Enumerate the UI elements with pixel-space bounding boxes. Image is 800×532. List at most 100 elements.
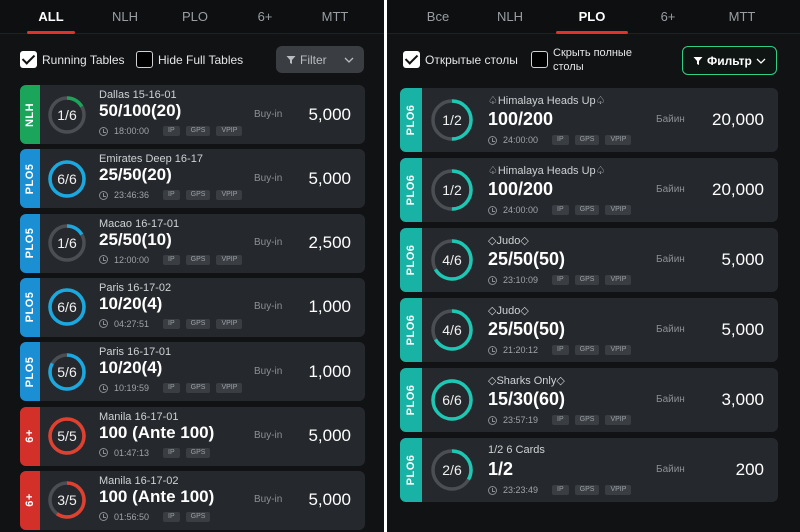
table-row[interactable]: NLH 1/6 Dallas 15-16-01 50/100(20) 18:00:00 I…: [20, 85, 365, 144]
table-row[interactable]: PLO6 4/6 ◇Judo◇ 25/50(50) 21:20:12 IP GPS VPIP Б…: [400, 298, 778, 362]
table-meta: 01:56:50 IP GPS: [99, 511, 211, 522]
buy-in-label: Байин: [656, 394, 685, 405]
seat-count: 1/6: [57, 235, 77, 252]
table-row[interactable]: PLO5 5/6 Paris 16-17-01 10/20(4) 10:19:59 IP G…: [20, 342, 365, 402]
stakes: 1/2: [488, 459, 514, 479]
alarm-clock-icon: [488, 205, 497, 215]
seat-occupancy-ring: 3/5: [47, 480, 87, 520]
filter-button[interactable]: Filter: [276, 46, 364, 73]
alarm-clock-icon: [99, 190, 108, 200]
tab-label: Все: [426, 9, 450, 24]
funnel-icon: [286, 55, 296, 64]
tag-ip: IP: [163, 511, 180, 522]
table-row[interactable]: PLO6 6/6 ◇Sharks Only◇ 15/30(60) 23:57:19 IP G…: [400, 368, 778, 432]
running-tables-checkbox[interactable]: [403, 51, 420, 68]
table-row[interactable]: PLO5 1/6 Macao 16-17-01 25/50(10) 12:00:00 IP…: [20, 213, 365, 273]
tag-gps: GPS: [185, 254, 211, 265]
right-lobby-panel: Все NLH PLO 6+ MTT Открытые столы Скрыть полны…: [387, 0, 800, 532]
tag-vpip: VPIP: [605, 275, 632, 285]
game-type-label: PLO6: [405, 244, 417, 276]
table-row[interactable]: PLO5 6/6 Emirates Deep 16-17 25/50(20) 23:46…: [20, 149, 365, 209]
seat-occupancy-ring: 2/6: [430, 448, 474, 492]
buy-in-label: Buy-in: [254, 301, 283, 313]
table-row[interactable]: PLO6 2/6 1/2 6 Cards 1/2 23:23:49 IP GPS VPIP Ба…: [400, 438, 778, 502]
seat-count: 6/6: [57, 170, 77, 187]
tab-mtt[interactable]: MTT: [298, 0, 372, 34]
game-type-badge: 6+: [20, 470, 40, 530]
table-timer: 21:20:12: [503, 345, 539, 355]
seat-occupancy-ring: 5/6: [47, 352, 87, 392]
buy-in-label: Байин: [656, 464, 685, 475]
hide-full-tables-checkbox[interactable]: [136, 51, 153, 68]
tag-vpip: VPIP: [216, 318, 243, 329]
tab-plo[interactable]: PLO: [158, 0, 232, 34]
table-name: ♤Himalaya Heads Up♤: [488, 95, 606, 107]
tag-gps: GPS: [185, 383, 211, 394]
funnel-icon: [693, 56, 703, 65]
table-meta: 10:19:59 IP GPS VPIP: [99, 383, 243, 394]
tab-label: 6+: [660, 9, 676, 24]
left-lobby-panel: ALL NLH PLO 6+ MTT Running Tables Hide Full Ta…: [0, 0, 384, 532]
table-row[interactable]: PLO6 4/6 ◇Judo◇ 25/50(50) 23:10:09 IP GPS VPIP Б…: [400, 228, 778, 292]
filter-bar: Открытые столы Скрыть полные столы Фильтр: [387, 40, 800, 80]
tag-vpip: VPIP: [605, 345, 632, 355]
table-row[interactable]: 6+ 3/5 Manila 16-17-02 100 (Ante 100) 01:56:…: [20, 470, 365, 530]
buy-in-amount: 5,000: [308, 490, 351, 510]
table-name: ♤Himalaya Heads Up♤: [488, 165, 606, 177]
seat-occupancy-ring: 6/6: [47, 159, 87, 199]
tag-gps: GPS: [574, 205, 600, 215]
seat-occupancy-ring: 1/2: [430, 168, 474, 212]
seat-count: 1/6: [57, 106, 77, 123]
stakes: 100 (Ante 100): [99, 422, 215, 442]
table-meta: 24:00:00 IP GPS VPIP: [488, 205, 632, 215]
buy-in-amount: 20,000: [712, 110, 764, 129]
filter-button-label: Filter: [300, 52, 327, 67]
tab-mtt[interactable]: MTT: [705, 0, 779, 34]
table-name: 1/2 6 Cards: [488, 444, 545, 456]
table-timer: 01:56:50: [114, 511, 150, 522]
tag-vpip: VPIP: [216, 383, 243, 394]
tab-all[interactable]: ALL: [14, 0, 88, 34]
tag-ip: IP: [552, 345, 569, 355]
seat-count: 3/5: [57, 492, 77, 509]
game-type-label: PLO5: [24, 292, 36, 323]
tag-ip: IP: [163, 447, 180, 458]
buy-in-label: Байин: [656, 114, 685, 125]
tab-plo[interactable]: PLO: [555, 0, 629, 34]
table-row[interactable]: PLO6 1/2 ♤Himalaya Heads Up♤ 100/200 24:00:0…: [400, 88, 778, 152]
game-type-badge: PLO6: [400, 88, 422, 152]
table-name: ◇Judo◇: [488, 305, 529, 317]
tag-vpip: VPIP: [216, 254, 243, 265]
tab-все[interactable]: Все: [401, 0, 475, 34]
game-type-badge: PLO6: [400, 158, 422, 222]
buy-in-amount: 5,000: [721, 320, 764, 339]
stakes: 100/200: [488, 179, 554, 199]
table-row[interactable]: 6+ 5/5 Manila 16-17-01 100 (Ante 100) 01:47:…: [20, 406, 365, 466]
seat-count: 4/6: [442, 252, 462, 268]
tab-nlh[interactable]: NLH: [473, 0, 547, 34]
hide-full-tables-checkbox[interactable]: [531, 51, 548, 68]
buy-in-amount: 200: [735, 460, 764, 479]
game-type-badge: PLO5: [20, 149, 40, 209]
alarm-clock-icon: [488, 415, 497, 425]
running-tables-label: Открытые столы: [425, 53, 518, 67]
buy-in-amount: 3,000: [721, 390, 764, 409]
table-name: ◇Sharks Only◇: [488, 375, 565, 387]
filter-button[interactable]: Фильтр: [682, 46, 777, 75]
filter-button-label: Фильтр: [707, 53, 752, 68]
running-tables-checkbox[interactable]: [20, 51, 37, 68]
table-row[interactable]: PLO6 1/2 ♤Himalaya Heads Up♤ 100/200 24:00:0…: [400, 158, 778, 222]
tag-ip: IP: [552, 205, 569, 215]
tab-6+[interactable]: 6+: [228, 0, 302, 34]
buy-in-label: Buy-in: [254, 172, 283, 184]
seat-occupancy-ring: 5/5: [47, 416, 87, 456]
active-tab-indicator: [27, 31, 75, 34]
tab-6+[interactable]: 6+: [631, 0, 705, 34]
stakes: 25/50(10): [99, 229, 172, 249]
tab-nlh[interactable]: NLH: [88, 0, 162, 34]
table-row[interactable]: PLO5 6/6 Paris 16-17-02 10/20(4) 04:27:51 IP G…: [20, 277, 365, 337]
alarm-clock-icon: [99, 448, 108, 457]
buy-in-amount: 2,500: [308, 233, 351, 253]
seat-count: 6/6: [57, 299, 77, 316]
alarm-clock-icon: [99, 383, 108, 393]
